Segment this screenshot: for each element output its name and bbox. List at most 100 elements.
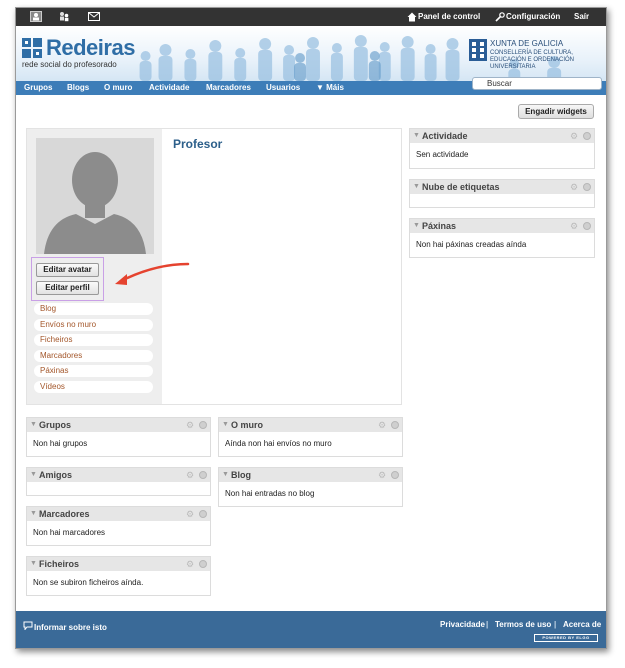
friends-icon[interactable] — [58, 11, 70, 22]
privacy-link[interactable]: Privacidade — [440, 620, 485, 629]
collapse-triangle-icon[interactable]: ▼ — [30, 510, 37, 517]
widget-header[interactable]: ▼ O muro ⚙ — [219, 418, 402, 432]
xunta-shield-icon — [469, 39, 487, 61]
nav-item-actividade[interactable]: Actividade — [149, 83, 189, 92]
gear-icon[interactable]: ⚙ — [186, 509, 194, 520]
collapse-triangle-icon[interactable]: ▼ — [413, 132, 420, 139]
control-panel-link[interactable]: Panel de control — [418, 12, 480, 21]
nav-item-usuarios[interactable]: Usuarios — [266, 83, 300, 92]
gear-icon[interactable]: ⚙ — [570, 131, 578, 142]
profile-menu-files[interactable]: Ficheiros — [34, 334, 153, 346]
widget-title: Nube de etiquetas — [422, 182, 500, 192]
widget-title: Grupos — [39, 420, 72, 430]
widget-header[interactable]: ▼ Blog ⚙ — [219, 468, 402, 482]
red-arrow-annotation — [115, 262, 190, 285]
widget-body: Aínda non hai envíos no muro — [225, 439, 332, 448]
logout-link[interactable]: Saír — [574, 12, 589, 21]
report-link[interactable]: Informar sobre isto — [34, 623, 107, 632]
widget-title: Ficheiros — [39, 559, 80, 569]
gear-icon[interactable]: ⚙ — [378, 470, 386, 481]
profile-panel: Editar avatar Editar perfil Blog Envíos … — [26, 128, 402, 405]
widget-title: Blog — [231, 470, 251, 480]
widget-header[interactable]: ▼ Páxinas ⚙ — [410, 219, 594, 233]
collapse-triangle-icon[interactable]: ▼ — [30, 471, 37, 478]
close-icon[interactable] — [199, 421, 207, 429]
collapse-triangle-icon[interactable]: ▼ — [30, 421, 37, 428]
gear-icon[interactable]: ⚙ — [570, 182, 578, 193]
widget-activity: ▼ Actividade ⚙ Sen actividade — [409, 128, 595, 169]
widget-body: Sen actividade — [416, 150, 469, 159]
collapse-triangle-icon[interactable]: ▼ — [413, 222, 420, 229]
site-footer: Informar sobre isto Privacidade | Termos… — [16, 611, 606, 648]
collapse-triangle-icon[interactable]: ▼ — [222, 471, 229, 478]
xunta-name: XUNTA DE GALICIA — [490, 39, 564, 48]
widget-friends: ▼ Amigos ⚙ — [26, 467, 211, 496]
widget-header[interactable]: ▼ Nube de etiquetas ⚙ — [410, 180, 594, 194]
profile-menu-videos[interactable]: Vídeos — [34, 381, 153, 393]
profile-menu-pages[interactable]: Páxinas — [34, 365, 153, 377]
about-link[interactable]: Acerca de — [563, 620, 601, 629]
widget-body: Non hai marcadores — [33, 528, 106, 537]
close-icon[interactable] — [199, 471, 207, 479]
close-icon[interactable] — [391, 421, 399, 429]
nav-item-blogs[interactable]: Blogs — [67, 83, 89, 92]
avatar — [36, 138, 154, 254]
close-icon[interactable] — [583, 222, 591, 230]
widget-header[interactable]: ▼ Actividade ⚙ — [410, 129, 594, 143]
powered-by-badge[interactable]: POWERED BY ELGG — [534, 634, 598, 642]
gear-icon[interactable]: ⚙ — [186, 559, 194, 570]
top-toolbar: Panel de control Configuración Saír — [16, 8, 606, 26]
site-tagline: rede social do profesorado — [22, 60, 117, 69]
profile-name: Profesor — [173, 137, 223, 151]
widget-title: O muro — [231, 420, 264, 430]
wrench-icon — [495, 12, 505, 22]
widget-bookmarks: ▼ Marcadores ⚙ Non hai marcadores — [26, 506, 211, 546]
edit-profile-button[interactable]: Editar perfil — [36, 281, 99, 295]
close-icon[interactable] — [199, 560, 207, 568]
nav-item-more[interactable]: ▼ Máis — [316, 83, 344, 92]
widget-body: Non se subiron ficheiros aínda. — [33, 578, 144, 587]
widget-title: Páxinas — [422, 221, 457, 231]
add-widgets-button[interactable]: Engadir widgets — [518, 104, 594, 119]
close-icon[interactable] — [583, 183, 591, 191]
gear-icon[interactable]: ⚙ — [378, 420, 386, 431]
widget-title: Marcadores — [39, 509, 90, 519]
nav-item-o-muro[interactable]: O muro — [104, 83, 132, 92]
profile-menu-blog[interactable]: Blog — [34, 303, 153, 315]
profile-menu-bookmarks[interactable]: Marcadores — [34, 350, 153, 362]
collapse-triangle-icon[interactable]: ▼ — [30, 560, 37, 567]
xunta-department: CONSELLERÍA DE CULTURA, EDUCACIÓN E ORDE… — [490, 50, 575, 70]
site-logo-icon — [22, 38, 42, 58]
nav-item-marcadores[interactable]: Marcadores — [206, 83, 251, 92]
widget-groups: ▼ Grupos ⚙ Non hai grupos — [26, 417, 211, 457]
terms-link[interactable]: Termos de uso — [495, 620, 551, 629]
collapse-triangle-icon[interactable]: ▼ — [222, 421, 229, 428]
nav-item-grupos[interactable]: Grupos — [24, 83, 52, 92]
widget-header[interactable]: ▼ Amigos ⚙ — [27, 468, 210, 482]
profile-menu-wall-posts[interactable]: Envíos no muro — [34, 319, 153, 331]
widget-header[interactable]: ▼ Ficheiros ⚙ — [27, 557, 210, 571]
edit-avatar-button[interactable]: Editar avatar — [36, 263, 99, 277]
profile-icon[interactable] — [30, 11, 42, 22]
widget-files: ▼ Ficheiros ⚙ Non se subiron ficheiros a… — [26, 556, 211, 596]
edit-buttons-group: Editar avatar Editar perfil — [31, 257, 104, 301]
widget-blog: ▼ Blog ⚙ Non hai entradas no blog — [218, 467, 403, 507]
home-icon — [407, 12, 417, 22]
site-logo[interactable]: Redeiras — [46, 35, 135, 61]
close-icon[interactable] — [391, 471, 399, 479]
widget-header[interactable]: ▼ Grupos ⚙ — [27, 418, 210, 432]
close-icon[interactable] — [583, 132, 591, 140]
widget-header[interactable]: ▼ Marcadores ⚙ — [27, 507, 210, 521]
settings-link[interactable]: Configuración — [506, 12, 560, 21]
collapse-triangle-icon[interactable]: ▼ — [413, 183, 420, 190]
search-input[interactable]: Buscar — [472, 77, 602, 90]
mail-icon[interactable] — [88, 11, 100, 22]
gear-icon[interactable]: ⚙ — [186, 420, 194, 431]
gear-icon[interactable]: ⚙ — [570, 221, 578, 232]
widget-tag-cloud: ▼ Nube de etiquetas ⚙ — [409, 179, 595, 208]
gear-icon[interactable]: ⚙ — [186, 470, 194, 481]
close-icon[interactable] — [199, 510, 207, 518]
footer-separator: | — [554, 620, 557, 629]
widget-title: Actividade — [422, 131, 468, 141]
widget-body: Non hai entradas no blog — [225, 489, 315, 498]
